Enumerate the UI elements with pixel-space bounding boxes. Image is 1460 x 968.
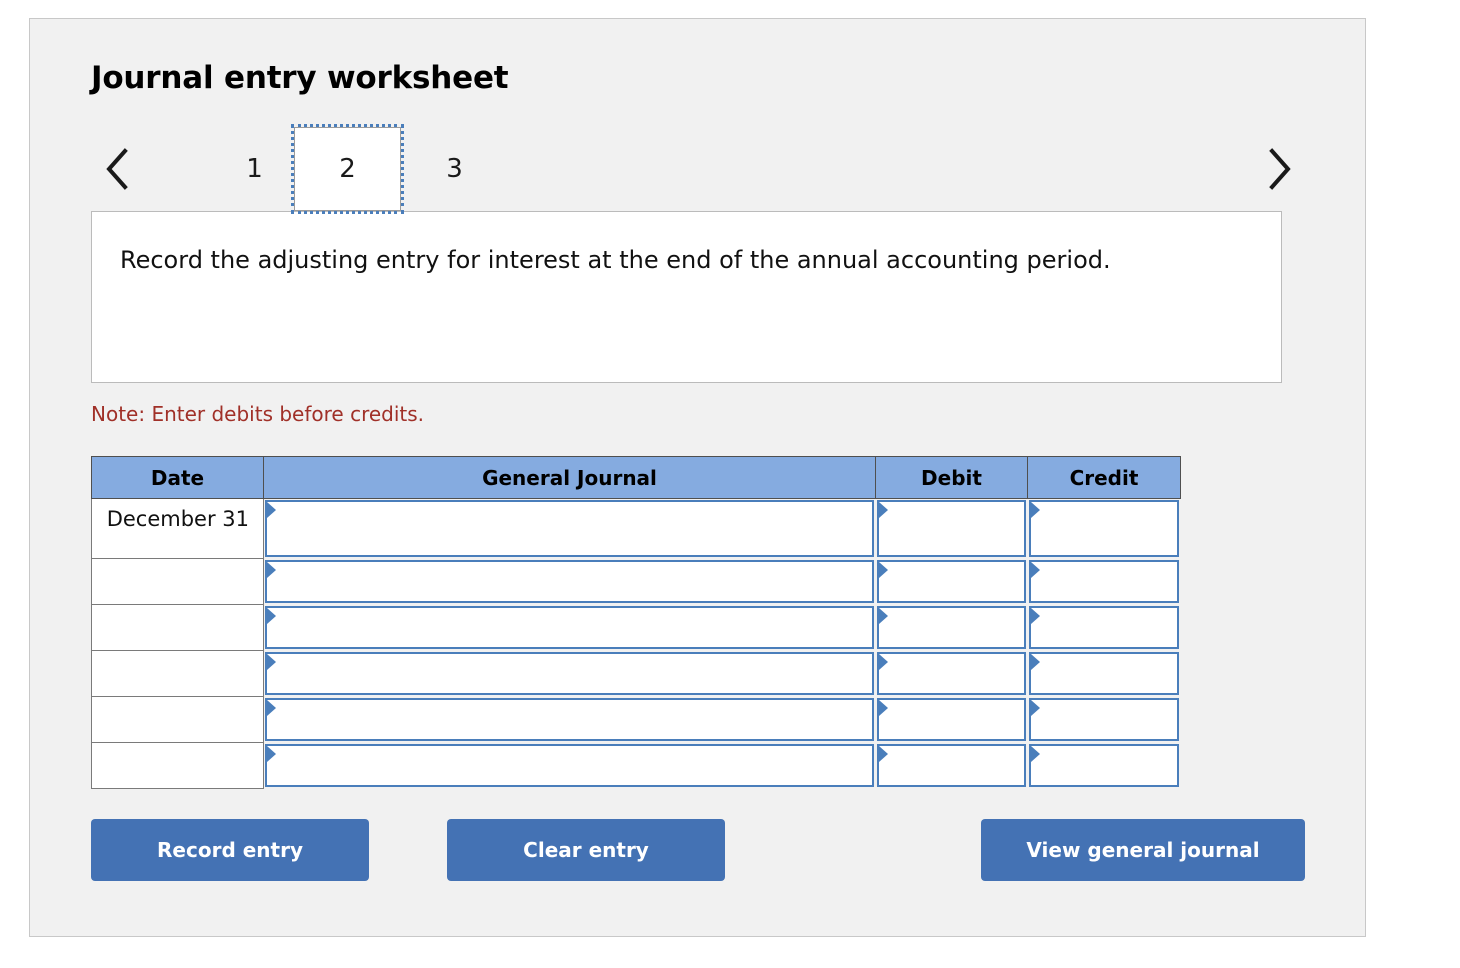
tab-entry-1-label: 1 [246, 154, 263, 184]
journal-entry-worksheet-panel: Journal entry worksheet 1 2 3 Record the… [29, 18, 1366, 937]
page-title: Journal entry worksheet [91, 60, 509, 96]
date-cell[interactable] [91, 604, 264, 651]
tab-entry-3[interactable]: 3 [401, 127, 508, 211]
debits-before-credits-note: Note: Enter debits before credits. [91, 402, 425, 426]
debit-input[interactable] [876, 651, 1026, 695]
general-journal-cell[interactable] [263, 650, 876, 697]
table-row [91, 558, 1181, 605]
table-row [91, 604, 1181, 651]
column-header-general-journal: General Journal [263, 456, 876, 499]
debit-input[interactable] [876, 743, 1026, 787]
credit-input[interactable] [1028, 697, 1179, 741]
tab-entry-1[interactable]: 1 [201, 127, 308, 211]
tab-entry-2[interactable]: 2 [291, 124, 404, 214]
table-header-row: Date General Journal Debit Credit [91, 456, 1181, 499]
table-row [91, 696, 1181, 743]
date-cell[interactable]: December 31 [91, 498, 264, 559]
general-journal-cell[interactable] [263, 558, 876, 605]
chevron-right-icon [1267, 147, 1293, 191]
debit-cell[interactable] [875, 650, 1028, 697]
credit-input[interactable] [1028, 605, 1179, 649]
debit-input[interactable] [876, 559, 1026, 603]
credit-cell[interactable] [1027, 650, 1181, 697]
general-journal-input[interactable] [265, 743, 874, 787]
debit-cell[interactable] [875, 558, 1028, 605]
debit-cell[interactable] [875, 604, 1028, 651]
chevron-left-icon [104, 147, 130, 191]
column-header-date: Date [91, 456, 264, 499]
view-general-journal-button[interactable]: View general journal [981, 819, 1305, 881]
worksheet-pager: 1 2 3 [91, 124, 1306, 214]
general-journal-input[interactable] [265, 559, 874, 603]
general-journal-table: Date General Journal Debit Credit Decemb… [91, 456, 1181, 789]
credit-cell[interactable] [1027, 604, 1181, 651]
next-entry-button[interactable] [1254, 143, 1306, 195]
column-header-credit: Credit [1027, 456, 1181, 499]
previous-entry-button[interactable] [91, 143, 143, 195]
general-journal-cell[interactable] [263, 696, 876, 743]
table-row [91, 650, 1181, 697]
tab-entry-3-label: 3 [446, 154, 463, 184]
record-entry-button[interactable]: Record entry [91, 819, 369, 881]
date-cell[interactable] [91, 742, 264, 789]
entry-description-box: Record the adjusting entry for interest … [91, 211, 1282, 383]
debit-input[interactable] [876, 697, 1026, 741]
general-journal-input[interactable] [265, 500, 874, 557]
debit-cell[interactable] [875, 696, 1028, 743]
credit-cell[interactable] [1027, 558, 1181, 605]
tab-entry-2-label: 2 [339, 154, 356, 184]
credit-input[interactable] [1028, 500, 1179, 557]
date-cell[interactable] [91, 696, 264, 743]
credit-input[interactable] [1028, 651, 1179, 695]
debit-input[interactable] [876, 605, 1026, 649]
entry-description-text: Record the adjusting entry for interest … [120, 246, 1111, 274]
clear-entry-button[interactable]: Clear entry [447, 819, 725, 881]
table-row: December 31 [91, 498, 1181, 559]
credit-cell[interactable] [1027, 498, 1181, 559]
table-row [91, 742, 1181, 789]
general-journal-input[interactable] [265, 605, 874, 649]
credit-cell[interactable] [1027, 696, 1181, 743]
general-journal-cell[interactable] [263, 742, 876, 789]
credit-input[interactable] [1028, 559, 1179, 603]
date-cell[interactable] [91, 650, 264, 697]
screen-root: Journal entry worksheet 1 2 3 Record the… [0, 0, 1460, 968]
debit-cell[interactable] [875, 498, 1028, 559]
credit-cell[interactable] [1027, 742, 1181, 789]
general-journal-input[interactable] [265, 651, 874, 695]
debit-cell[interactable] [875, 742, 1028, 789]
debit-input[interactable] [876, 500, 1026, 557]
general-journal-input[interactable] [265, 697, 874, 741]
general-journal-cell[interactable] [263, 604, 876, 651]
general-journal-cell[interactable] [263, 498, 876, 559]
credit-input[interactable] [1028, 743, 1179, 787]
column-header-debit: Debit [875, 456, 1028, 499]
date-cell[interactable] [91, 558, 264, 605]
